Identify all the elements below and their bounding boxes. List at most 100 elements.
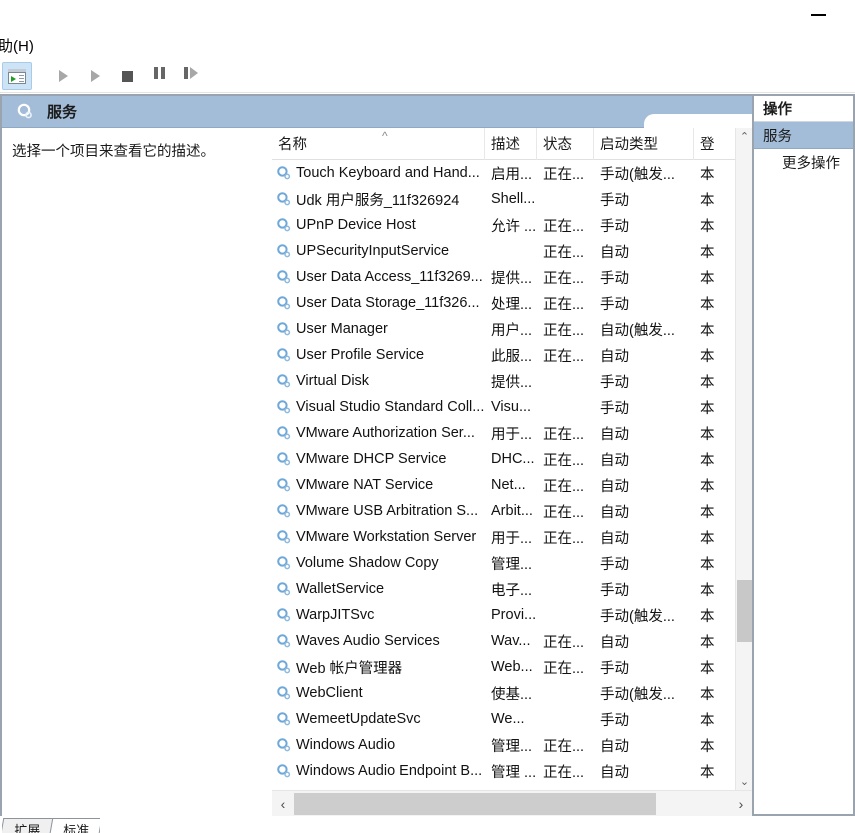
cell-description: 用于... bbox=[491, 530, 533, 547]
cell-service-name: WemeetUpdateSvc bbox=[272, 711, 485, 727]
table-row[interactable]: User Manager 用户... 正在... 自动(触发... 本 bbox=[272, 316, 752, 342]
service-gear-icon bbox=[276, 477, 292, 493]
table-row[interactable]: Web 帐户管理器 Web... 正在... 手动 本 bbox=[272, 654, 752, 680]
cell-description: 允许 ... bbox=[491, 218, 537, 235]
scroll-up-icon[interactable]: ⌃ bbox=[736, 128, 753, 145]
table-row[interactable]: Visual Studio Standard Coll... Visu... 手动 本 bbox=[272, 394, 752, 420]
cell-service-name: WarpJITSvc bbox=[272, 607, 485, 623]
service-gear-icon bbox=[276, 217, 292, 233]
stop-service-button[interactable] bbox=[112, 62, 142, 90]
table-row[interactable]: User Profile Service 此服... 正在... 自动 本 bbox=[272, 342, 752, 368]
column-header-startup-type[interactable]: 启动类型 bbox=[594, 127, 694, 160]
services-mmc-window: 助(H) 服务 选择一个项目来查看它的描述。 名称 ^ 描述 状态 启动类型 登… bbox=[0, 0, 855, 833]
scroll-right-icon[interactable]: › bbox=[730, 792, 752, 816]
cell-description: DHC... bbox=[491, 451, 535, 467]
cell-service-name: Volume Shadow Copy bbox=[272, 555, 485, 571]
table-row[interactable]: WemeetUpdateSvc We... 手动 本 bbox=[272, 706, 752, 732]
toolbar bbox=[0, 60, 855, 93]
service-gear-icon bbox=[276, 711, 292, 727]
horizontal-scrollbar[interactable]: ‹ › bbox=[272, 790, 752, 816]
service-rows[interactable]: Touch Keyboard and Hand... 启用... 正在... 手动(触… bbox=[272, 160, 752, 790]
service-gear-icon bbox=[276, 399, 292, 415]
resume-service-button[interactable] bbox=[80, 62, 110, 90]
cell-logon-as: 本 bbox=[700, 660, 715, 677]
cell-description: 提供... bbox=[491, 374, 533, 391]
cell-startup-type: 自动 bbox=[600, 452, 629, 469]
show-console-tree-button[interactable] bbox=[2, 62, 32, 90]
horizontal-scrollbar-thumb[interactable] bbox=[294, 792, 656, 815]
horizontal-scrollbar-track[interactable] bbox=[294, 792, 730, 816]
service-gear-icon bbox=[276, 633, 292, 649]
play-icon bbox=[58, 70, 68, 82]
view-tabs[interactable]: 扩展 标准 bbox=[2, 818, 101, 833]
start-service-button[interactable] bbox=[48, 62, 78, 90]
cell-description: 电子... bbox=[491, 582, 533, 599]
service-gear-icon bbox=[276, 581, 292, 597]
column-header-description[interactable]: 描述 bbox=[485, 127, 537, 160]
table-row[interactable]: VMware Workstation Server 用于... 正在... 自动 本 bbox=[272, 524, 752, 550]
service-name-text: VMware Workstation Server bbox=[296, 529, 477, 545]
column-header-logon-as[interactable]: 登 bbox=[694, 128, 730, 160]
vertical-scrollbar[interactable]: ⌃ ⌄ bbox=[735, 128, 752, 790]
table-row[interactable]: Touch Keyboard and Hand... 启用... 正在... 手动(触… bbox=[272, 160, 752, 186]
cell-startup-type: 手动 bbox=[600, 374, 629, 391]
table-row[interactable]: Virtual Disk 提供... 手动 本 bbox=[272, 368, 752, 394]
cell-description: Wav... bbox=[491, 633, 531, 649]
service-name-text: WemeetUpdateSvc bbox=[296, 711, 421, 727]
column-header-status[interactable]: 状态 bbox=[537, 127, 594, 160]
cell-service-name: Visual Studio Standard Coll... bbox=[272, 399, 485, 415]
cell-startup-type: 自动 bbox=[600, 764, 629, 781]
table-row[interactable]: User Data Access_11f3269... 提供... 正在... 手动 本 bbox=[272, 264, 752, 290]
service-name-text: VMware Authorization Ser... bbox=[296, 425, 475, 441]
cell-service-name: UPSecurityInputService bbox=[272, 243, 485, 259]
table-row[interactable]: WalletService 电子... 手动 本 bbox=[272, 576, 752, 602]
pause-service-button[interactable] bbox=[144, 62, 174, 90]
service-name-text: User Profile Service bbox=[296, 347, 425, 363]
view-tab-0[interactable]: 扩展 bbox=[2, 818, 54, 833]
action-more-actions[interactable]: 更多操作 bbox=[754, 149, 853, 175]
table-row[interactable]: WarpJITSvc Provi... 手动(触发... 本 bbox=[272, 602, 752, 628]
cell-service-name: Virtual Disk bbox=[272, 373, 485, 389]
table-row[interactable]: Windows Audio 管理... 正在... 自动 本 bbox=[272, 732, 752, 758]
column-header-name[interactable]: 名称 ^ bbox=[272, 127, 485, 160]
table-row[interactable]: VMware DHCP Service DHC... 正在... 自动 本 bbox=[272, 446, 752, 472]
table-row[interactable]: Udk 用户服务_11f326924 Shell... 手动 本 bbox=[272, 186, 752, 212]
service-name-text: Virtual Disk bbox=[296, 373, 370, 389]
minimize-button[interactable] bbox=[795, 2, 841, 28]
vertical-scrollbar-thumb[interactable] bbox=[737, 580, 752, 642]
table-row[interactable]: Waves Audio Services Wav... 正在... 自动 本 bbox=[272, 628, 752, 654]
cell-startup-type: 手动 bbox=[600, 660, 629, 677]
scroll-left-icon[interactable]: ‹ bbox=[272, 792, 294, 816]
cell-service-name: VMware Authorization Ser... bbox=[272, 425, 485, 441]
menu-bar: 助(H) bbox=[0, 30, 855, 60]
services-gear-icon bbox=[16, 102, 35, 121]
menu-help[interactable]: 助(H) bbox=[0, 33, 38, 58]
table-row[interactable]: WebClient 使基... 手动(触发... 本 bbox=[272, 680, 752, 706]
cell-description: 管理 ... bbox=[491, 764, 537, 781]
table-row[interactable]: VMware USB Arbitration S... Arbit... 正在...… bbox=[272, 498, 752, 524]
table-row[interactable]: Windows Audio Endpoint B... 管理 ... 正在... 自动… bbox=[272, 758, 752, 784]
table-row[interactable]: UPnP Device Host 允许 ... 正在... 手动 本 bbox=[272, 212, 752, 238]
service-gear-icon bbox=[276, 555, 292, 571]
restart-service-button[interactable] bbox=[176, 62, 206, 90]
cell-status: 正在... bbox=[543, 738, 585, 755]
description-text: 选择一个项目来查看它的描述。 bbox=[12, 144, 215, 160]
table-row[interactable]: VMware Authorization Ser... 用于... 正在... 自动 本 bbox=[272, 420, 752, 446]
table-row[interactable]: VMware NAT Service Net... 正在... 自动 本 bbox=[272, 472, 752, 498]
table-row[interactable]: User Data Storage_11f326... 处理... 正在... 手动 本 bbox=[272, 290, 752, 316]
service-gear-icon bbox=[276, 243, 292, 259]
cell-logon-as: 本 bbox=[700, 296, 715, 313]
cell-logon-as: 本 bbox=[700, 478, 715, 495]
pane-header-notch bbox=[644, 114, 752, 128]
view-tab-1[interactable]: 标准 bbox=[49, 818, 101, 833]
cell-logon-as: 本 bbox=[700, 556, 715, 573]
cell-startup-type: 自动 bbox=[600, 478, 629, 495]
service-name-text: WarpJITSvc bbox=[296, 607, 375, 623]
table-row[interactable]: Volume Shadow Copy 管理... 手动 本 bbox=[272, 550, 752, 576]
play-icon bbox=[90, 70, 100, 82]
scroll-down-icon[interactable]: ⌄ bbox=[736, 773, 753, 790]
cell-logon-as: 本 bbox=[700, 582, 715, 599]
table-row[interactable]: UPSecurityInputService 正在... 自动 本 bbox=[272, 238, 752, 264]
cell-service-name: Waves Audio Services bbox=[272, 633, 485, 649]
service-name-text: Visual Studio Standard Coll... bbox=[296, 399, 485, 415]
